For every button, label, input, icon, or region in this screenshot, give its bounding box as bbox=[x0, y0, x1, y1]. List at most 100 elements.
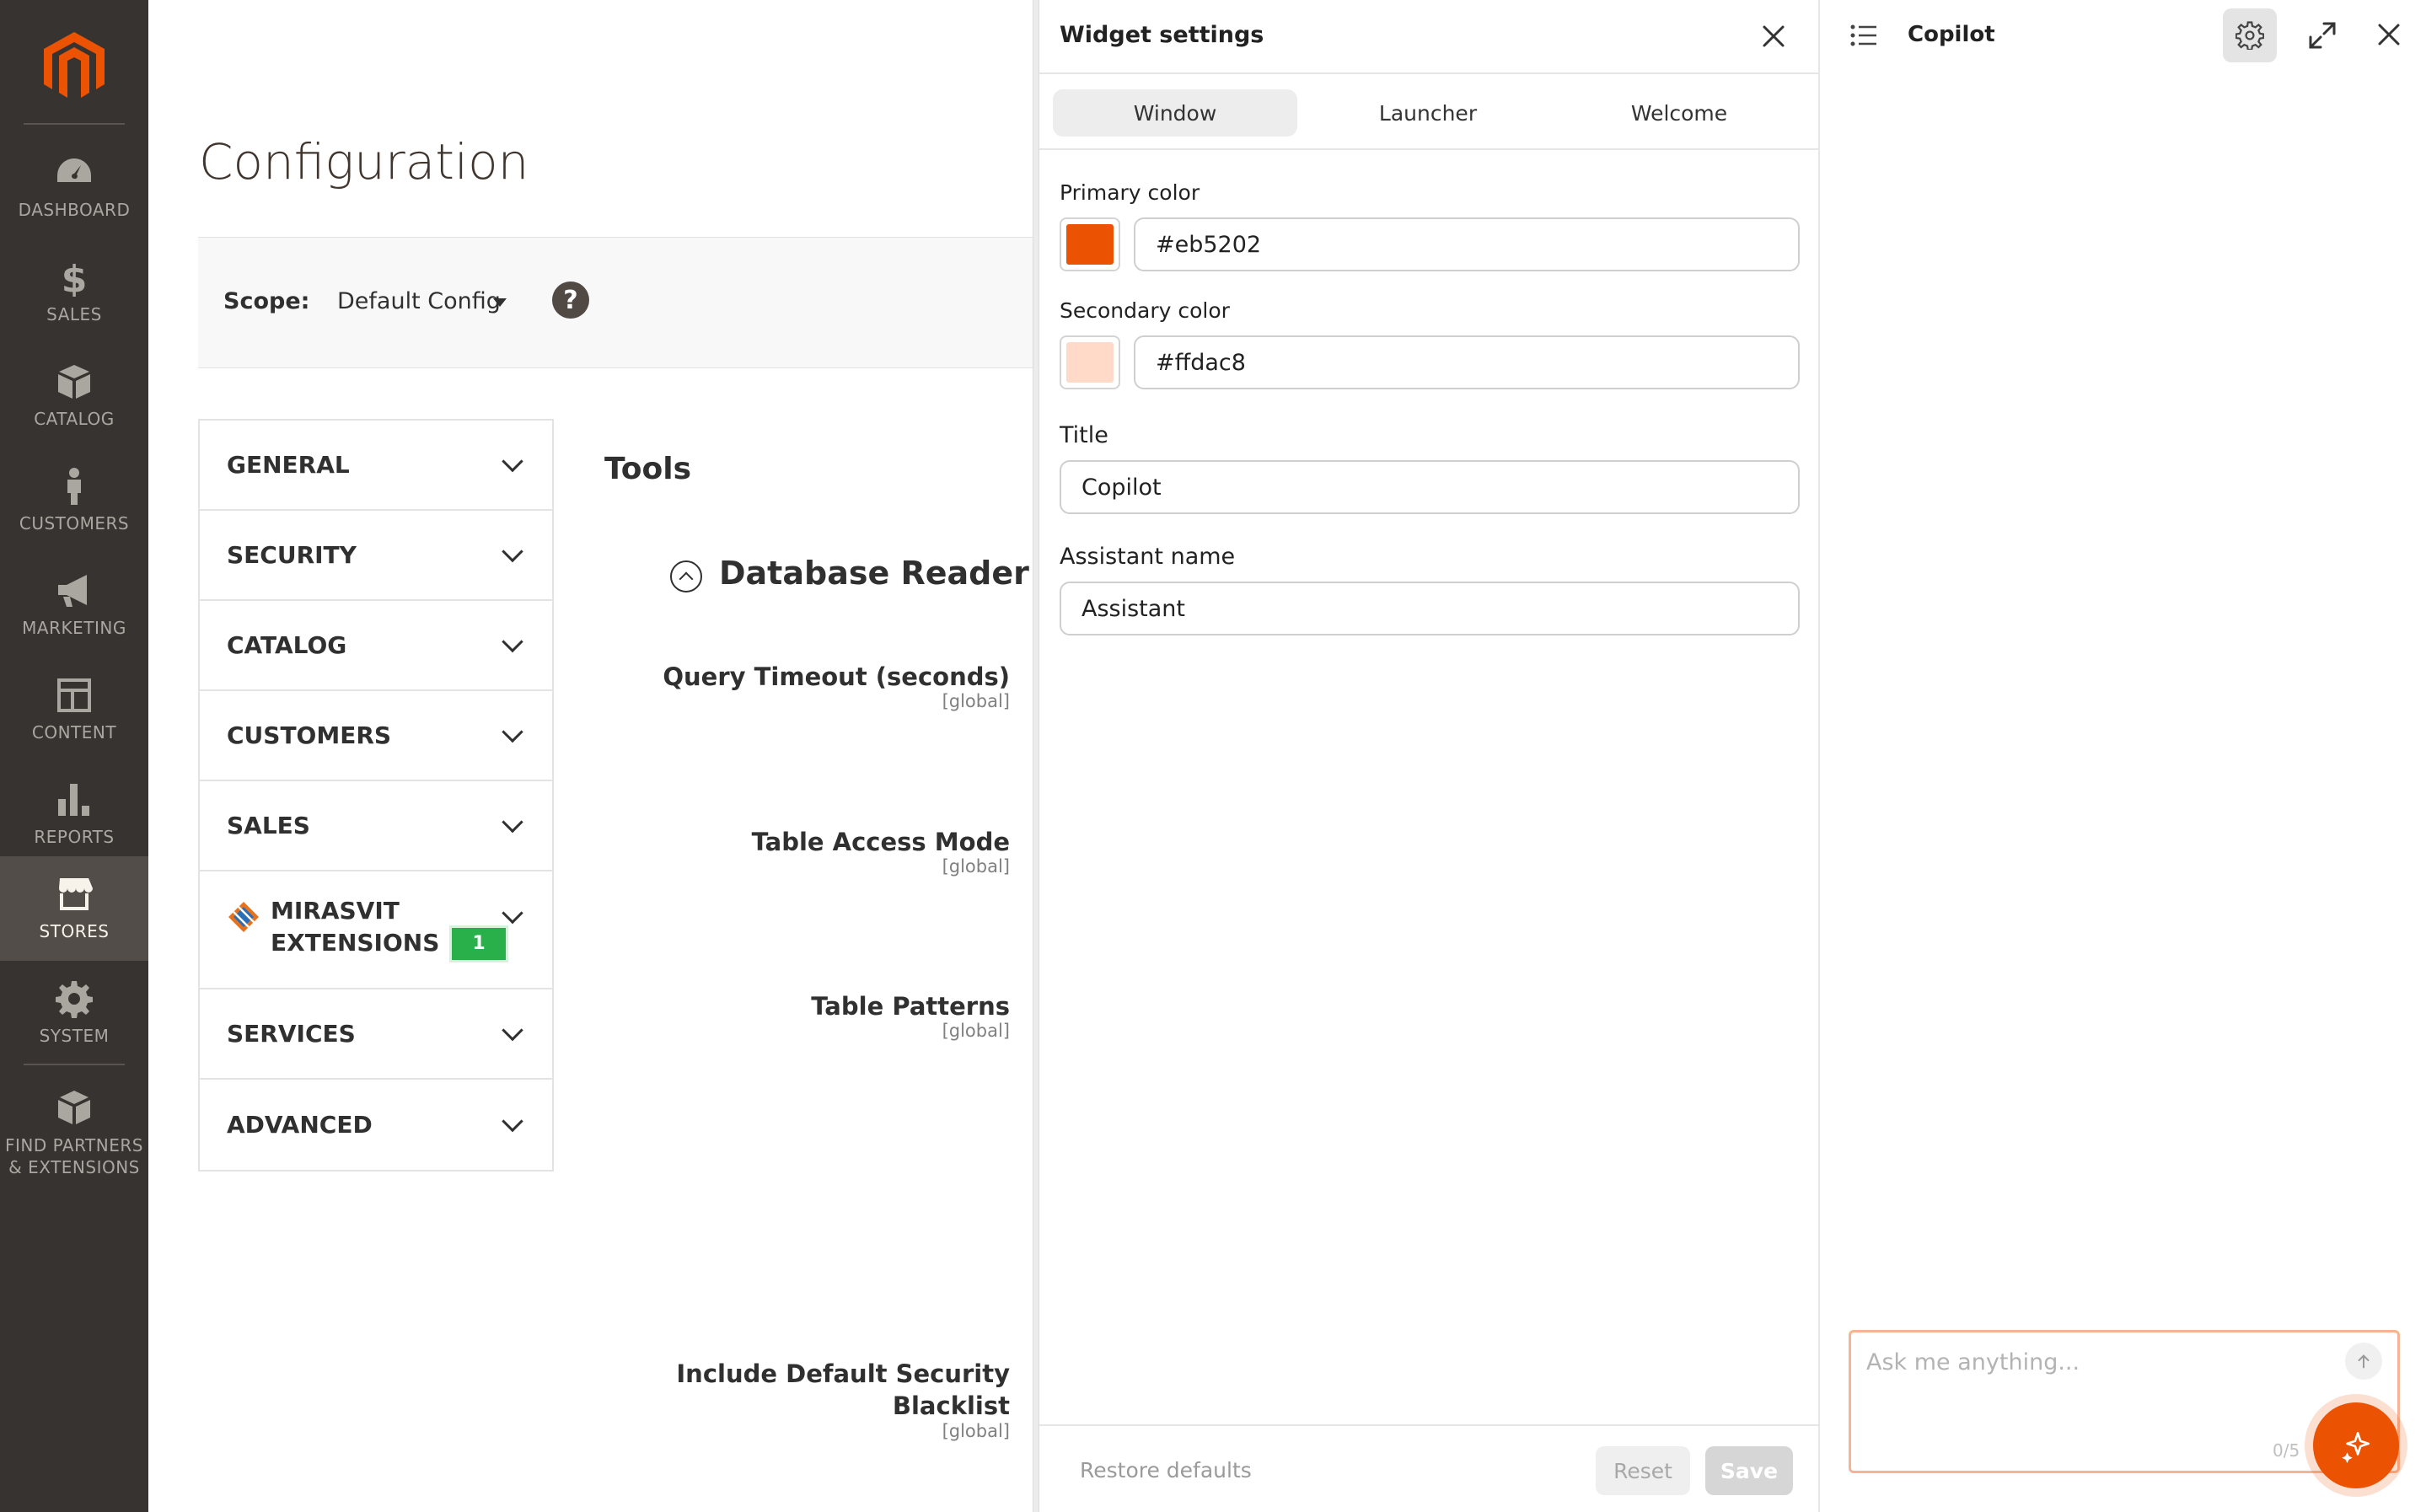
sidebar-item-marketing[interactable]: MARKETING bbox=[0, 553, 148, 657]
copilot-launcher-button[interactable] bbox=[2313, 1402, 2399, 1488]
sidebar-item-reports[interactable]: REPORTS bbox=[0, 762, 148, 866]
list-icon[interactable] bbox=[1850, 24, 1877, 47]
expand-icon[interactable] bbox=[2307, 20, 2337, 51]
config-tabs: GENERAL SECURITY CATALOG CUSTOMERS SALES… bbox=[198, 419, 554, 1172]
primary-color-swatch[interactable] bbox=[1060, 217, 1120, 271]
chevron-down-icon bbox=[502, 540, 523, 562]
collapse-icon[interactable] bbox=[670, 560, 702, 592]
arrow-up-icon bbox=[2358, 1354, 2370, 1369]
sidebar-divider bbox=[24, 123, 125, 125]
field-label: Include Default Security bbox=[676, 1359, 1010, 1388]
notification-badge: 1 bbox=[449, 925, 508, 962]
field-scope: [global] bbox=[942, 856, 1010, 877]
bar-chart-icon bbox=[58, 784, 89, 816]
tab-welcome[interactable]: Welcome bbox=[1557, 89, 1801, 137]
chevron-down-icon bbox=[502, 630, 523, 652]
mirasvit-tab-content: MIRASVIT EXTENSIONS 1 bbox=[227, 897, 508, 962]
chevron-down-icon bbox=[502, 1110, 523, 1132]
assistant-name-input[interactable]: Assistant bbox=[1060, 582, 1800, 635]
config-tab-services[interactable]: SERVICES bbox=[200, 989, 552, 1080]
config-tab-advanced[interactable]: ADVANCED bbox=[200, 1080, 552, 1170]
save-button[interactable]: Save bbox=[1705, 1446, 1793, 1495]
help-icon[interactable]: ? bbox=[552, 281, 589, 319]
config-tab-label: CATALOG bbox=[227, 631, 347, 659]
sidebar-item-label: FIND PARTNERS & EXTENSIONS bbox=[5, 1135, 143, 1177]
gear-icon bbox=[56, 981, 93, 1018]
mirasvit-logo-icon bbox=[228, 902, 259, 932]
storefront-icon bbox=[59, 878, 93, 910]
restore-defaults-link[interactable]: Restore defaults bbox=[1080, 1458, 1252, 1483]
primary-color-input[interactable]: #eb5202 bbox=[1134, 217, 1800, 271]
send-button[interactable] bbox=[2345, 1343, 2382, 1380]
chevron-down-icon bbox=[502, 450, 523, 472]
scope-bar: Scope: Default Config ? bbox=[198, 237, 1033, 368]
field-label: Table Patterns bbox=[811, 992, 1010, 1021]
box-icon bbox=[58, 365, 90, 399]
config-tab-label: MIRASVIT bbox=[271, 897, 400, 925]
dollar-icon: $ bbox=[62, 258, 88, 297]
secondary-color-swatch[interactable] bbox=[1060, 335, 1120, 389]
secondary-color-input[interactable]: #ffdac8 bbox=[1134, 335, 1800, 389]
magento-logo-icon[interactable] bbox=[40, 30, 108, 101]
fieldset-title[interactable]: Database Reader bbox=[719, 555, 1029, 592]
config-tab-catalog[interactable]: CATALOG bbox=[200, 601, 552, 691]
title-input[interactable]: Copilot bbox=[1060, 460, 1800, 514]
sidebar-item-catalog[interactable]: CATALOG bbox=[0, 344, 148, 448]
tab-launcher[interactable]: Launcher bbox=[1306, 89, 1550, 137]
sidebar-item-label: SALES bbox=[46, 304, 102, 324]
sidebar-item-label: SYSTEM bbox=[39, 1026, 110, 1046]
field-label: Query Timeout (seconds) bbox=[663, 662, 1010, 691]
config-tab-sales[interactable]: SALES bbox=[200, 781, 552, 871]
megaphone-icon bbox=[58, 575, 87, 607]
sidebar-item-label: CONTENT bbox=[31, 722, 117, 743]
scope-switcher[interactable]: Default Config bbox=[337, 288, 501, 314]
sidebar-item-stores[interactable]: STORES bbox=[0, 856, 148, 961]
sidebar-item-sales[interactable]: $ SALES bbox=[0, 239, 148, 344]
chevron-down-icon bbox=[502, 1019, 523, 1041]
sidebar-item-label: MARKETING bbox=[22, 618, 126, 638]
widget-header: Widget settings bbox=[1039, 0, 1820, 74]
config-tab-label: EXTENSIONS bbox=[271, 929, 440, 957]
config-tab-general[interactable]: GENERAL bbox=[200, 421, 552, 511]
sidebar-item-label: CUSTOMERS bbox=[19, 513, 130, 533]
config-tab-label: CUSTOMERS bbox=[227, 721, 392, 749]
reset-button[interactable]: Reset bbox=[1596, 1446, 1690, 1495]
widget-settings-panel: Widget settings Window Launcher Welcome … bbox=[1039, 0, 1820, 1512]
sidebar-item-label: STORES bbox=[39, 921, 110, 941]
config-tab-label: SERVICES bbox=[227, 1020, 356, 1048]
gear-icon bbox=[2235, 21, 2264, 50]
chevron-down-icon bbox=[502, 811, 523, 833]
config-tab-customers[interactable]: CUSTOMERS bbox=[200, 691, 552, 781]
person-icon bbox=[67, 468, 81, 505]
field-scope: [global] bbox=[942, 691, 1010, 711]
sidebar-item-content[interactable]: CONTENT bbox=[0, 657, 148, 762]
config-tab-mirasvit-extensions[interactable]: MIRASVIT EXTENSIONS 1 bbox=[200, 871, 552, 989]
caret-down-icon[interactable] bbox=[493, 298, 507, 307]
svg-text:$: $ bbox=[62, 258, 88, 297]
sidebar-item-dashboard[interactable]: DASHBOARD bbox=[0, 135, 148, 239]
panel-resize-handle[interactable] bbox=[1033, 0, 1039, 1512]
sidebar-item-system[interactable]: SYSTEM bbox=[0, 961, 148, 1065]
field-scope: [global] bbox=[942, 1021, 1010, 1041]
admin-sidebar: DASHBOARD $ SALES CATALOG CUSTOMERS MARK… bbox=[0, 0, 148, 1512]
sidebar-item-label: DASHBOARD bbox=[18, 200, 131, 220]
cubes-icon bbox=[58, 1091, 90, 1124]
chevron-down-icon bbox=[502, 721, 523, 743]
config-tab-label: ADVANCED bbox=[227, 1111, 373, 1139]
primary-color-label: Primary color bbox=[1060, 180, 1200, 205]
tab-window[interactable]: Window bbox=[1053, 89, 1297, 137]
widget-tabs: Window Launcher Welcome bbox=[1039, 74, 1820, 150]
sidebar-item-customers[interactable]: CUSTOMERS bbox=[0, 448, 148, 553]
sidebar-item-find-partners[interactable]: FIND PARTNERS & EXTENSIONS bbox=[0, 1070, 148, 1197]
config-tab-label: SALES bbox=[227, 812, 310, 839]
sidebar-divider bbox=[24, 1064, 125, 1065]
config-tab-security[interactable]: SECURITY bbox=[200, 511, 552, 601]
section-heading: Tools bbox=[604, 452, 692, 486]
close-icon[interactable] bbox=[1759, 22, 1788, 51]
close-icon[interactable] bbox=[2375, 20, 2403, 49]
dashboard-icon bbox=[57, 158, 91, 182]
field-scope: [global] bbox=[942, 1421, 1010, 1441]
title-label: Title bbox=[1060, 422, 1108, 448]
settings-button[interactable] bbox=[2223, 8, 2277, 62]
copilot-title: Copilot bbox=[1908, 22, 1995, 47]
